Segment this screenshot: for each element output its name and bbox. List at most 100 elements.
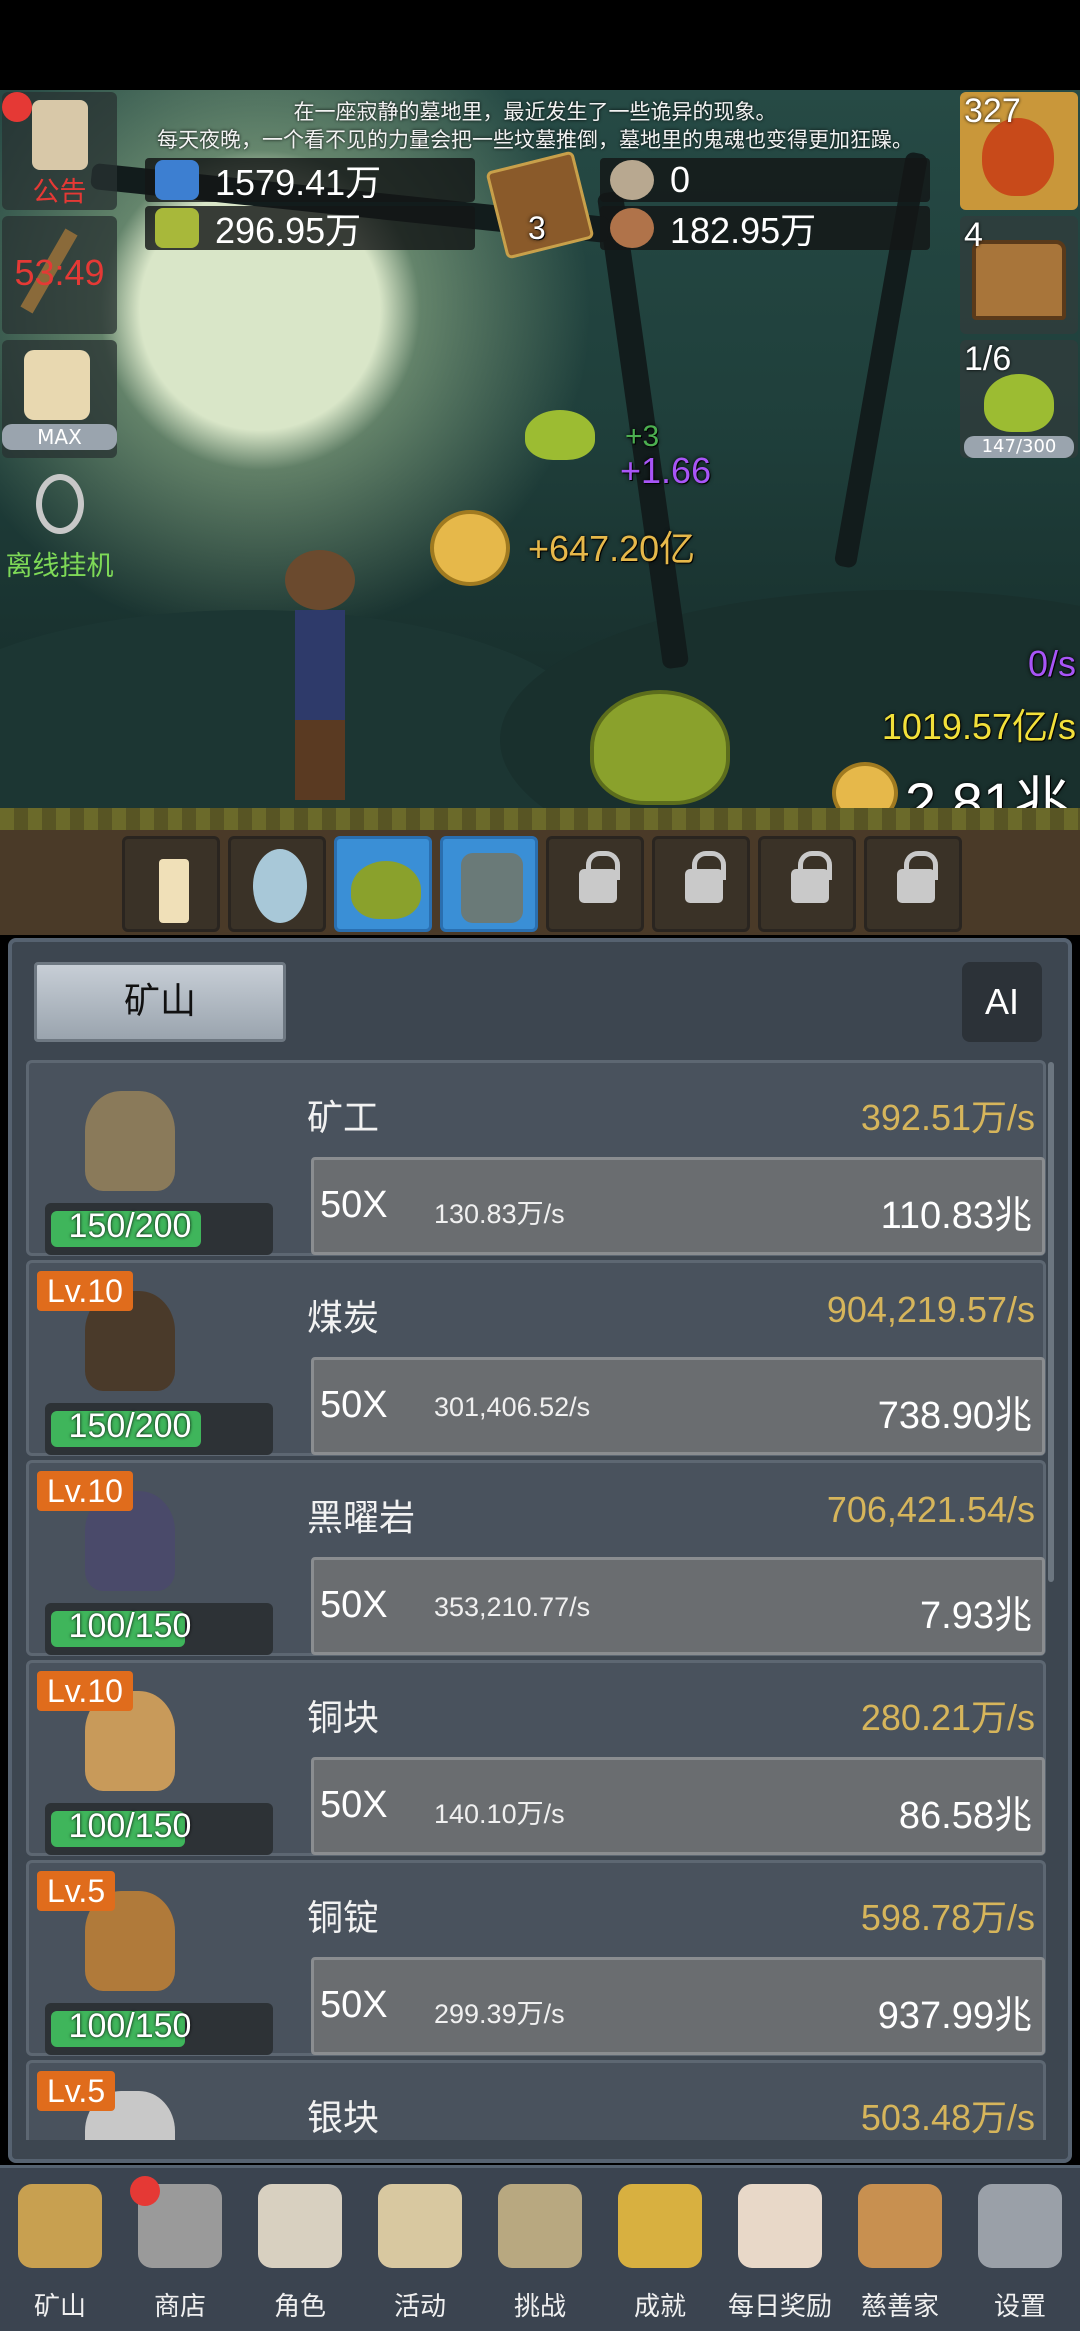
nav-item[interactable]: 成就 xyxy=(600,2176,720,2326)
lock-icon xyxy=(685,851,726,903)
slime-boss-button[interactable]: 1/6 147/300 xyxy=(960,340,1078,458)
lock-icon xyxy=(791,851,832,903)
level-progress: 100/150 xyxy=(45,2003,273,2055)
miner-helmet-icon xyxy=(85,1091,175,1191)
slime-enemy[interactable] xyxy=(590,690,730,805)
level-progress: 100/150 xyxy=(45,1603,273,1655)
story-text: 在一座寂静的墓地里，最近发生了一些诡异的现象。 每天夜晚，一个看不见的力量会把一… xyxy=(157,100,913,152)
upgrade-cost: 937.99兆 xyxy=(877,1995,1032,2037)
bread-icon xyxy=(858,2184,942,2268)
resource-thumbnail: 150/200 xyxy=(35,1071,273,1255)
slime-slot[interactable] xyxy=(334,836,432,932)
resource-list: 150/200 矿工 392.51万/s 50X 130.83万/s 110.83兆 Lv.… xyxy=(26,1060,1066,2140)
slime-drop-icon xyxy=(525,410,595,460)
resource-thumbnail: Lv.10 100/150 xyxy=(35,1671,273,1855)
resource-thumbnail: Lv.5 xyxy=(35,2071,201,2140)
nav-item[interactable]: 挑战 xyxy=(480,2176,600,2326)
lock-icon xyxy=(579,851,620,903)
resource-rate: 598.78万/s xyxy=(860,1897,1035,1938)
resource-name: 矿工 xyxy=(307,1098,380,1139)
notice-button[interactable]: 公告 xyxy=(2,92,117,210)
gold-coin-icon xyxy=(430,510,510,586)
upgrade-cost: 738.90兆 xyxy=(877,1395,1032,1437)
egg-icon xyxy=(253,849,307,923)
resource-thumbnail: Lv.10 100/150 xyxy=(35,1471,273,1655)
resource-name: 铜块 xyxy=(307,1698,380,1739)
resource-rate: 392.51万/s xyxy=(860,1097,1035,1138)
level-badge: Lv.10 xyxy=(37,1271,133,1311)
game-scene: 在一座寂静的墓地里，最近发生了一些诡异的现象。 每天夜晚，一个看不见的力量会把一… xyxy=(0,90,1080,830)
level-progress: 150/200 xyxy=(45,1403,273,1455)
book-count: 3 xyxy=(528,210,546,246)
resource-name: 铜锭 xyxy=(307,1898,380,1939)
bottom-nav: 矿山 商店 角色 活动 挑战 成就 每日奖励 慈善家 设置 xyxy=(0,2165,1080,2331)
upgrade-button[interactable]: 50X 301,406.52/s 738.90兆 xyxy=(311,1357,1045,1455)
rate-increase: 140.10万/s xyxy=(434,1799,565,1829)
resource-thumbnail: Lv.10 150/200 xyxy=(35,1271,273,1455)
tab-mine[interactable]: 矿山 xyxy=(34,962,286,1042)
ground xyxy=(0,808,1080,830)
notification-dot xyxy=(130,2176,160,2206)
potion-button[interactable]: 327 xyxy=(960,92,1078,210)
blue-potion-counter: 1579.41万 xyxy=(145,158,475,203)
shell-icon xyxy=(610,160,654,200)
ai-button[interactable]: AI xyxy=(962,962,1042,1042)
level-badge: Lv.10 xyxy=(37,1471,133,1511)
upgrade-button[interactable]: 50X 130.83万/s 110.83兆 xyxy=(311,1157,1045,1255)
nav-item[interactable]: 慈善家 xyxy=(840,2176,960,2326)
map-icon xyxy=(498,2184,582,2268)
scrollbar[interactable] xyxy=(1048,1062,1054,1582)
treasure-chest-icon xyxy=(972,240,1066,320)
beer-mug-icon xyxy=(24,350,90,420)
shell-counter: 0 xyxy=(600,158,930,202)
upgrade-cost: 86.58兆 xyxy=(898,1795,1032,1837)
locked-slot[interactable] xyxy=(652,836,750,932)
candle-icon xyxy=(159,859,189,923)
wrench-icon xyxy=(36,474,84,534)
miner-hero[interactable] xyxy=(265,550,375,800)
green-potion-icon xyxy=(155,208,199,248)
resource-row: Lv.5 100/150 铜锭 598.78万/s 50X 299.39万/s 937.99… xyxy=(26,1860,1046,2056)
chest-button[interactable]: 4 xyxy=(960,216,1078,334)
level-progress: 100/150 xyxy=(45,1803,273,1855)
multiplier: 50X xyxy=(320,1984,388,2026)
upgrade-button[interactable]: 50X 299.39万/s 937.99兆 xyxy=(311,1957,1045,2055)
resource-thumbnail: Lv.5 100/150 xyxy=(35,1871,273,2055)
nav-item[interactable]: 矿山 xyxy=(0,2176,120,2326)
resource-row: Lv.10 150/200 煤炭 904,219.57/s 50X 301,406.52/… xyxy=(26,1260,1046,1456)
slime-icon xyxy=(984,374,1054,432)
resource-row: Lv.10 100/150 铜块 280.21万/s 50X 140.10万/s 86.58… xyxy=(26,1660,1046,1856)
upgrade-cost: 110.83兆 xyxy=(880,1195,1032,1237)
upgrade-button[interactable]: 50X 140.10万/s 86.58兆 xyxy=(311,1757,1045,1855)
locked-slot[interactable] xyxy=(758,836,856,932)
resource-name: 银块 xyxy=(307,2098,380,2139)
nav-item[interactable]: 角色 xyxy=(240,2176,360,2326)
slime-hp-bar: 147/300 xyxy=(964,436,1074,458)
locked-slot[interactable] xyxy=(864,836,962,932)
nav-item[interactable]: 活动 xyxy=(360,2176,480,2326)
gear-icon xyxy=(978,2184,1062,2268)
monster-selector xyxy=(0,830,1080,935)
offline-idle-button[interactable]: 离线挂机 xyxy=(2,464,117,582)
egg-slot[interactable] xyxy=(228,836,326,932)
scroll-icon xyxy=(378,2184,462,2268)
upgrade-button[interactable]: 50X 353,210.77/s 7.93兆 xyxy=(311,1557,1045,1655)
nav-item[interactable]: 设置 xyxy=(960,2176,1080,2326)
meat-icon xyxy=(610,208,654,248)
level-badge: Lv.5 xyxy=(37,1871,116,1911)
beer-button[interactable]: MAX xyxy=(2,340,117,458)
nav-item[interactable]: 每日奖励 xyxy=(720,2176,840,2326)
resource-rate: 503.48万/s xyxy=(860,2097,1035,2138)
level-progress: 150/200 xyxy=(45,1203,273,1255)
blue-potion-icon xyxy=(155,160,199,200)
nav-item[interactable]: 商店 xyxy=(120,2176,240,2326)
zombie-slot[interactable] xyxy=(440,836,538,932)
locked-slot[interactable] xyxy=(546,836,644,932)
boost-timer-button[interactable]: 53:49 xyxy=(2,216,117,334)
slime-icon xyxy=(351,861,421,919)
mine-panel: 矿山 AI 150/200 矿工 392.51万/s 50X 130.83万/s 110.… xyxy=(8,938,1072,2163)
resource-rate: 280.21万/s xyxy=(860,1697,1035,1738)
candle-slot[interactable] xyxy=(122,836,220,932)
resource-name: 黑曜岩 xyxy=(307,1498,416,1539)
meat-counter: 182.95万 xyxy=(600,206,930,251)
